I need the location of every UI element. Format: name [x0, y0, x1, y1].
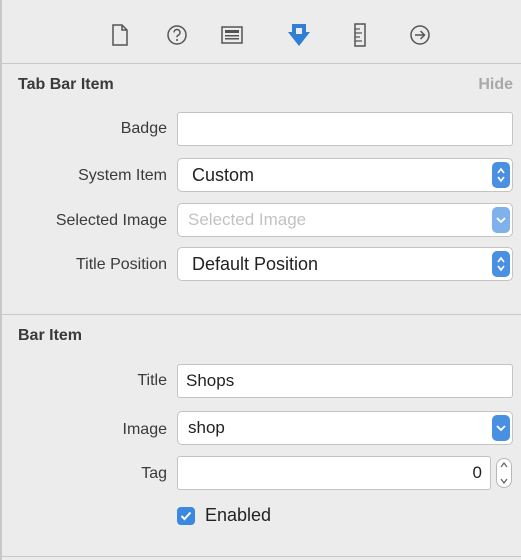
enabled-checkbox[interactable] — [177, 507, 195, 525]
badge-input[interactable] — [177, 112, 513, 146]
system-item-popup[interactable]: Custom — [177, 158, 513, 192]
chevron-down-icon[interactable] — [492, 415, 510, 441]
hide-button[interactable]: Hide — [478, 76, 513, 94]
tag-stepper[interactable] — [496, 458, 512, 488]
image-label: Image — [122, 421, 167, 438]
system-item-label: System Item — [78, 167, 167, 184]
chevron-down-icon[interactable] — [492, 207, 510, 233]
identity-icon[interactable] — [220, 22, 244, 48]
badge-label: Badge — [120, 120, 167, 137]
image-value: shop — [188, 418, 225, 437]
section-title-tab-bar-item: Tab Bar Item — [18, 76, 114, 93]
selected-image-placeholder: Selected Image — [188, 210, 307, 229]
title-position-value: Default Position — [192, 254, 319, 274]
attributes-icon[interactable] — [287, 22, 311, 48]
title-position-popup[interactable]: Default Position — [177, 247, 513, 281]
connections-icon[interactable] — [408, 22, 432, 48]
title-position-label: Title Position — [76, 256, 167, 273]
title-input[interactable]: Shops — [177, 364, 513, 398]
tag-input[interactable]: 0 — [177, 456, 491, 490]
bottom-divider — [2, 556, 521, 557]
selected-image-label: Selected Image — [55, 212, 167, 229]
system-item-value: Custom — [192, 165, 255, 185]
size-icon[interactable] — [348, 22, 372, 48]
checkmark-icon — [180, 511, 192, 521]
section-divider — [2, 314, 521, 315]
title-label: Title — [137, 372, 167, 389]
image-combo[interactable]: shop — [177, 411, 513, 445]
up-down-arrows-icon — [492, 251, 510, 277]
up-down-arrows-icon — [492, 162, 510, 188]
help-icon[interactable] — [165, 22, 189, 48]
selected-image-combo[interactable]: Selected Image — [177, 203, 513, 237]
attributes-inspector-panel: Tab Bar Item Hide Badge System Item Cust… — [0, 0, 521, 560]
enabled-label[interactable]: Enabled — [205, 505, 271, 526]
tag-label: Tag — [141, 465, 167, 482]
section-title-bar-item: Bar Item — [18, 327, 83, 344]
file-icon[interactable] — [108, 22, 132, 48]
inspector-toolbar — [2, 0, 521, 64]
